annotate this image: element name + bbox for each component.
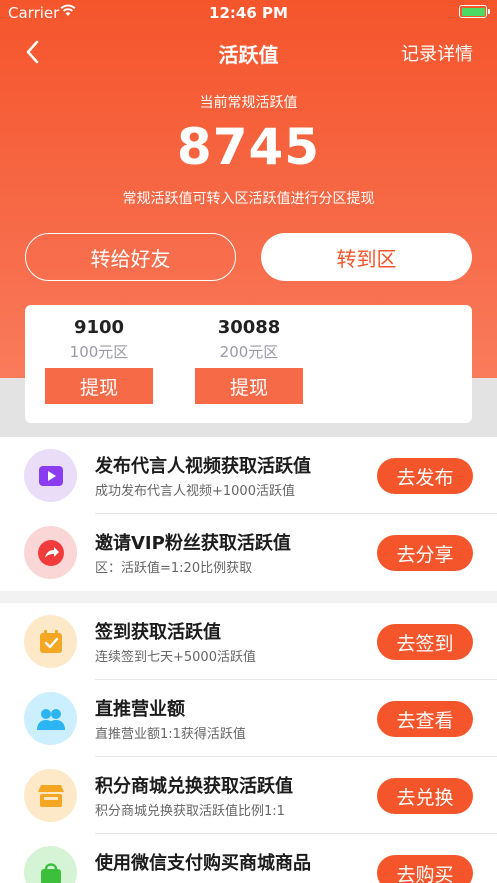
task-item-checkin: 签到获取活跃值 连续签到七天+5000活跃值 去签到	[0, 603, 497, 680]
checkin-button[interactable]: 去签到	[377, 624, 473, 660]
task-item-invite: 邀请VIP粉丝获取活跃值 区：活跃值=1:20比例获取 去分享	[0, 514, 497, 591]
publish-button[interactable]: 去发布	[377, 458, 473, 494]
zone-amount: 9100	[73, 317, 125, 338]
view-button[interactable]: 去查看	[377, 701, 473, 737]
task-title: 邀请VIP粉丝获取活跃值	[95, 533, 291, 554]
shopping-bag-icon	[24, 846, 77, 883]
task-subtitle: 直推营业额1:1获得活跃值	[95, 727, 246, 742]
exchange-button[interactable]: 去兑换	[377, 778, 473, 814]
zone-name: 100元区	[69, 343, 129, 361]
activity-note: 常规活跃值可转入区活跃值进行分区提现	[122, 191, 375, 207]
transfer-to-friend-button[interactable]: 转给好友	[25, 233, 236, 281]
task-subtitle: 区：活跃值=1:20比例获取	[95, 561, 253, 576]
current-activity-value: 8745	[176, 118, 321, 176]
task-subtitle: 连续签到七天+5000活跃值	[95, 650, 256, 665]
video-play-icon	[24, 449, 77, 502]
task-section-1: 发布代言人视频获取活跃值 成功发布代言人视频+1000活跃值 去发布 邀请VIP…	[0, 437, 497, 591]
battery-icon	[459, 5, 490, 18]
task-title: 签到获取活跃值	[95, 622, 221, 643]
task-subtitle: 成功发布代言人视频+1000活跃值	[95, 484, 295, 499]
share-button[interactable]: 去分享	[377, 535, 473, 571]
withdraw-button[interactable]: 提现	[195, 368, 303, 404]
clock: 12:46 PM	[209, 4, 288, 22]
zone-name: 200元区	[219, 343, 279, 361]
records-detail-link[interactable]: 记录详情	[401, 40, 473, 66]
task-title: 直推营业额	[95, 699, 185, 720]
task-item-exchange: 积分商城兑换获取活跃值 积分商城兑换获取活跃值比例1:1 去兑换	[0, 757, 497, 834]
task-item-video: 发布代言人视频获取活跃值 成功发布代言人视频+1000活跃值 去发布	[0, 437, 497, 514]
current-activity-label: 当前常规活跃值	[199, 95, 298, 111]
task-title: 使用微信支付购买商城商品	[95, 853, 311, 874]
users-icon	[24, 692, 77, 745]
zone-amount: 30088	[217, 317, 281, 338]
task-section-2: 签到获取活跃值 连续签到七天+5000活跃值 去签到 直推营业额 直推营业额1:…	[0, 603, 497, 883]
task-title: 发布代言人视频获取活跃值	[95, 456, 311, 477]
zone-200: 30088 200元区 提现	[195, 305, 303, 404]
task-title: 积分商城兑换获取活跃值	[95, 776, 293, 797]
task-item-sales: 直推营业额 直推营业额1:1获得活跃值 去查看	[0, 680, 497, 757]
buy-button[interactable]: 去购买	[377, 855, 473, 883]
zone-100: 9100 100元区 提现	[45, 305, 153, 404]
nav-bar: 活跃值 记录详情	[0, 30, 497, 74]
status-bar: Carrier 12:46 PM	[0, 0, 497, 26]
store-icon	[24, 769, 77, 822]
share-arrow-icon	[24, 526, 77, 579]
task-subtitle: 积分商城兑换获取活跃值比例1:1	[95, 804, 285, 819]
withdraw-button[interactable]: 提现	[45, 368, 153, 404]
calendar-check-icon	[24, 615, 77, 668]
zone-card: 9100 100元区 提现 30088 200元区 提现	[25, 305, 472, 423]
transfer-to-zone-button[interactable]: 转到区	[261, 233, 472, 281]
task-item-wechat-pay: 使用微信支付购买商城商品 去购买	[0, 834, 497, 883]
